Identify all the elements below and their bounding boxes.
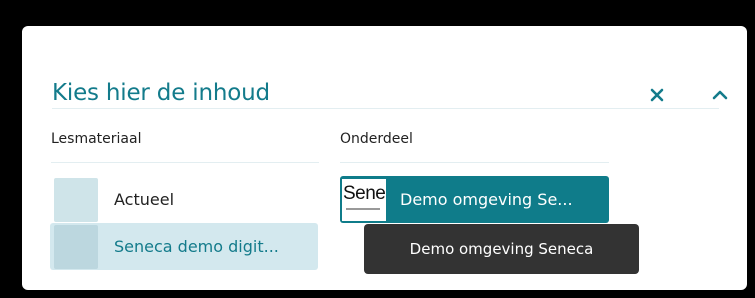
close-button[interactable]	[646, 84, 668, 106]
part-item-label: Demo omgeving Se...	[400, 190, 573, 209]
material-item-label: Actueel	[114, 190, 175, 209]
material-thumbnail	[54, 224, 98, 269]
tooltip: Demo omgeving Seneca	[364, 224, 639, 274]
material-thumbnail	[54, 177, 98, 222]
part-divider	[340, 162, 609, 163]
part-thumbnail: Sene	[342, 178, 386, 221]
column-label-material: Lesmateriaal	[51, 131, 142, 147]
panel-title: Kies hier de inhoud	[52, 80, 270, 106]
material-item-seneca[interactable]: Seneca demo digit...	[50, 223, 318, 270]
material-item-label: Seneca demo digit...	[114, 237, 279, 256]
part-item-demo[interactable]: Sene Demo omgeving Se...	[340, 176, 609, 223]
logo-subline	[346, 207, 380, 210]
column-label-part: Onderdeel	[340, 131, 413, 147]
collapse-button[interactable]	[709, 84, 731, 106]
close-icon	[650, 88, 664, 102]
content-selector-panel: Kies hier de inhoud Lesmateriaal Onderde…	[22, 26, 747, 290]
material-item-actueel[interactable]: Actueel	[50, 176, 318, 223]
seneca-logo: Sene	[343, 182, 386, 204]
panel-header: Kies hier de inhoud	[52, 52, 728, 109]
material-divider	[51, 162, 319, 163]
chevron-up-icon	[712, 90, 728, 100]
